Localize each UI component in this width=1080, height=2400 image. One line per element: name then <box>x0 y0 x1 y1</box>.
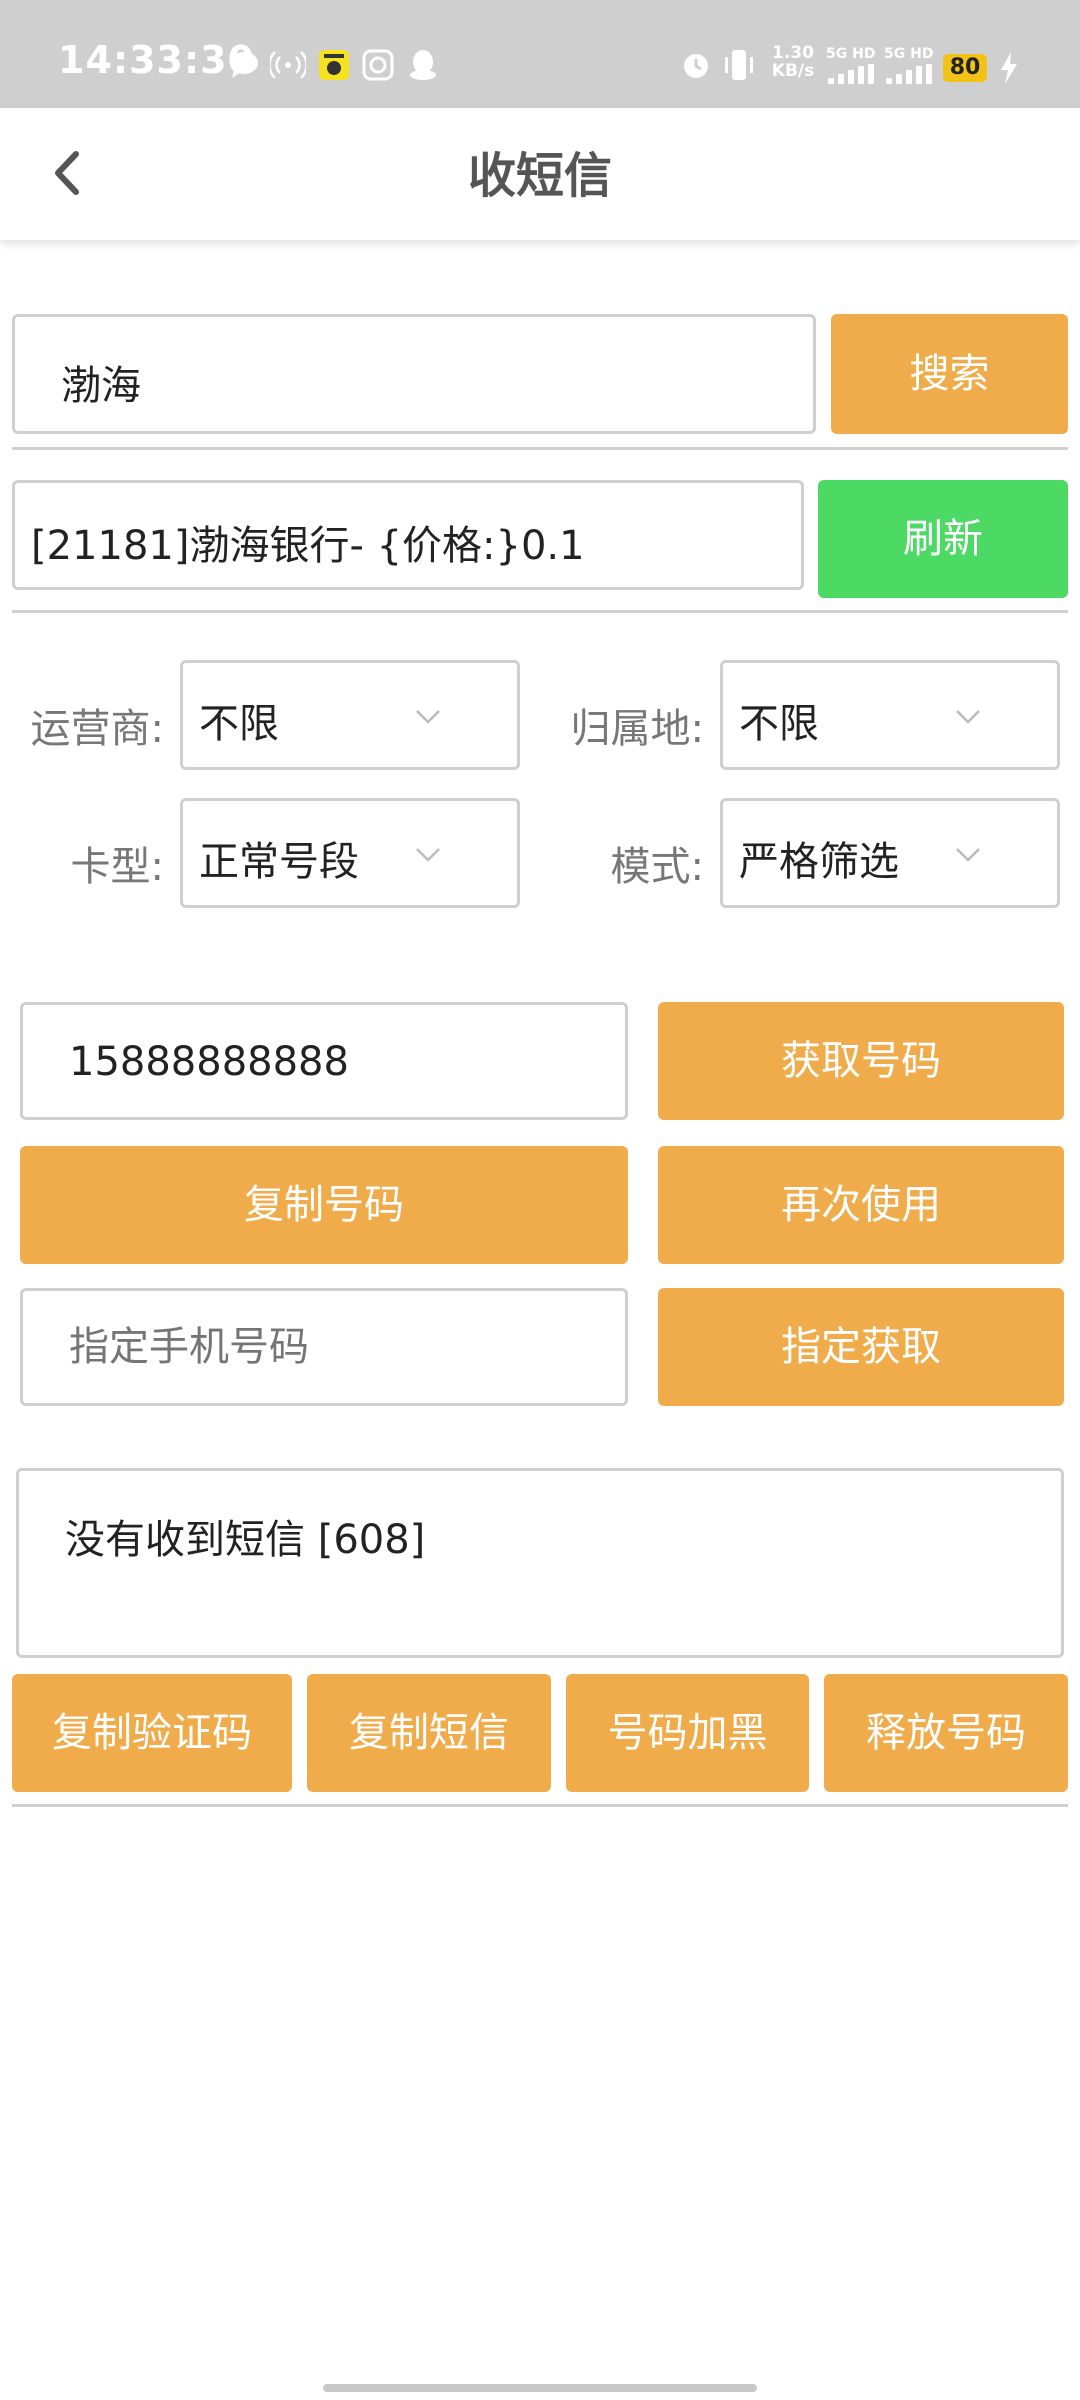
region-select[interactable]: 不限 <box>720 660 1060 770</box>
sync-icon <box>362 49 394 81</box>
reuse-button[interactable]: 再次使用 <box>658 1146 1064 1264</box>
chevron-down-icon <box>416 848 440 862</box>
card-type-select[interactable]: 正常号段 <box>180 798 520 908</box>
gesture-bar[interactable] <box>323 2384 757 2392</box>
divider <box>12 1804 1068 1807</box>
page-title: 收短信 <box>467 148 612 204</box>
copy-code-button[interactable]: 复制验证码 <box>12 1674 292 1792</box>
app-badge-icon <box>319 50 349 80</box>
signal-icon-2 <box>886 64 932 84</box>
back-arrow-icon[interactable] <box>44 148 94 198</box>
vibrate-icon <box>725 50 753 80</box>
specify-phone-input[interactable] <box>20 1288 628 1406</box>
network-type-1: 5G HD <box>826 46 876 62</box>
blacklist-number-button[interactable]: 号码加黑 <box>566 1674 809 1792</box>
specify-get-button[interactable]: 指定获取 <box>658 1288 1064 1406</box>
chevron-down-icon <box>956 710 980 724</box>
phone-number-field[interactable]: 15888888888 <box>20 1002 628 1120</box>
refresh-button[interactable]: 刷新 <box>818 480 1068 598</box>
hotspot-icon <box>270 51 306 79</box>
sms-message-box: 没有收到短信 [608] <box>16 1468 1064 1658</box>
operator-value: 不限 <box>199 701 279 747</box>
signal-icon-1 <box>828 64 874 84</box>
operator-label: 运营商: <box>30 706 164 752</box>
alarm-icon <box>684 54 708 78</box>
card-type-value: 正常号段 <box>199 839 359 885</box>
qq-icon <box>410 50 436 80</box>
network-type-2: 5G HD <box>884 46 934 62</box>
mode-value: 严格筛选 <box>739 839 899 885</box>
charging-icon <box>1001 52 1017 84</box>
mode-select[interactable]: 严格筛选 <box>720 798 1060 908</box>
copy-sms-button[interactable]: 复制短信 <box>307 1674 551 1792</box>
mode-label: 模式: <box>610 844 704 890</box>
project-field[interactable]: [21181]渤海银行- {价格:}0.1 <box>12 480 804 590</box>
region-value: 不限 <box>739 701 819 747</box>
message-icon <box>230 52 258 78</box>
release-number-button[interactable]: 释放号码 <box>824 1674 1068 1792</box>
search-input[interactable]: 渤海 <box>12 314 816 434</box>
card-type-label: 卡型: <box>70 844 164 890</box>
battery-indicator: 80 <box>943 54 987 82</box>
network-speed: 1.30 KB/s <box>771 43 815 81</box>
status-time: 14:33:30 <box>58 38 256 82</box>
operator-select[interactable]: 不限 <box>180 660 520 770</box>
get-number-button[interactable]: 获取号码 <box>658 1002 1064 1120</box>
chevron-down-icon <box>956 848 980 862</box>
divider <box>12 447 1068 450</box>
search-button[interactable]: 搜索 <box>831 314 1068 434</box>
chevron-down-icon <box>416 710 440 724</box>
region-label: 归属地: <box>570 706 704 752</box>
divider <box>12 610 1068 613</box>
copy-number-button[interactable]: 复制号码 <box>20 1146 628 1264</box>
